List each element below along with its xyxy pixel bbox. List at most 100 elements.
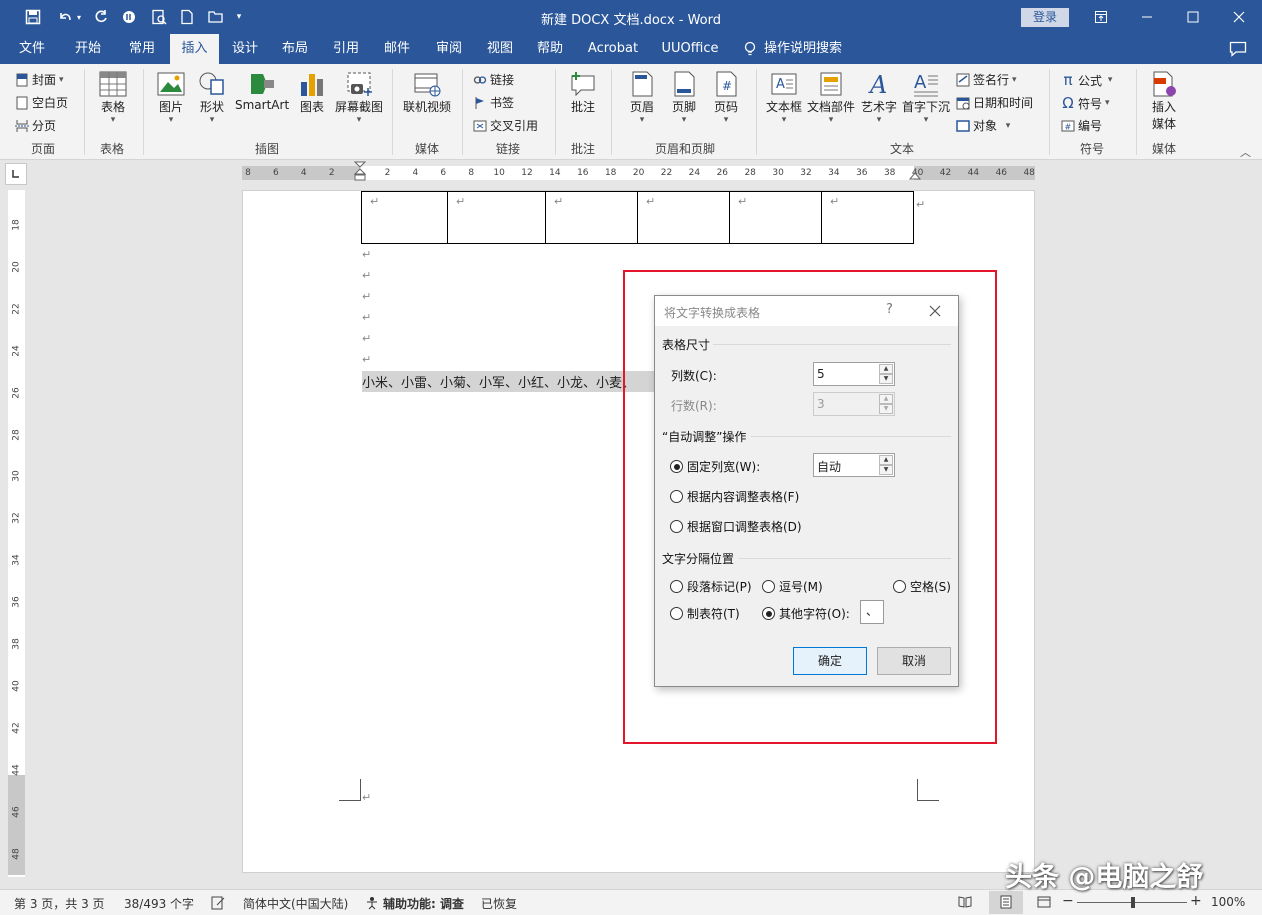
close-icon[interactable] [928,304,942,318]
tell-me-search[interactable]: 操作说明搜索 [764,34,848,64]
tab-insert[interactable]: 插入 [170,34,219,64]
footer-button[interactable]: 页脚 ▾ [666,70,702,125]
sep-tab-label: 制表符(T) [687,607,740,621]
table-cell[interactable]: ↵ [447,191,546,244]
ruler-tick-label: 40 [11,680,22,692]
page-break-button[interactable]: 分页 [15,117,56,134]
fixed-width-stepper[interactable]: 自动 ▲ ▼ [813,453,895,477]
link-button[interactable]: 链接 [473,71,514,88]
collapse-ribbon-icon[interactable]: ︿ [1240,144,1251,160]
zoom-in-button[interactable]: + [1190,893,1202,909]
ok-button[interactable]: 确定 [793,647,867,675]
table-cell[interactable]: ↵ [637,191,730,244]
screenshot-button[interactable]: 屏幕截图 ▾ [333,70,385,125]
tab-design[interactable]: 设计 [222,34,268,64]
tab-uuoffice[interactable]: UUOffice [655,34,725,64]
zoom-slider-thumb[interactable] [1131,897,1135,908]
object-button[interactable]: 对象 ▾ [956,117,1010,134]
help-button[interactable]: ? [886,302,893,317]
web-layout-icon[interactable] [1037,895,1051,909]
rows-stepper: 3 ▲ ▼ [813,392,895,416]
textbox-button[interactable]: A 文本框 ▾ [764,70,804,125]
tab-layout[interactable]: 布局 [272,34,318,64]
table-cell[interactable]: ↵ [729,191,822,244]
document-table[interactable]: ↵ ↵ ↵ ↵ ↵ ↵ [361,191,914,244]
close-window-icon[interactable] [1216,0,1262,34]
table-cell[interactable]: ↵ [361,191,448,244]
date-time-button[interactable]: 日期和时间 [956,94,1033,111]
page-number-button[interactable]: # 页码 ▾ [708,70,744,125]
zoom-out-button[interactable]: − [1062,893,1074,909]
numbering-icon: # [1061,120,1075,131]
symbol-button[interactable]: Ω 符号 ▾ [1061,94,1109,112]
language-status[interactable]: 简体中文(中国大陆) [243,895,348,912]
cross-reference-button[interactable]: 交叉引用 [473,117,538,134]
table-button[interactable]: 表格 ▾ [95,70,131,125]
other-char-input[interactable]: 、 [860,600,884,624]
tab-acrobat[interactable]: Acrobat [583,34,643,64]
tab-review[interactable]: 审阅 [426,34,472,64]
proofing-icon[interactable] [211,896,225,910]
signature-line-button[interactable]: 签名行 ▾ [956,71,1017,88]
numbering-label: 编号 [1078,119,1103,133]
read-mode-icon[interactable] [958,895,972,909]
smartart-button[interactable]: SmartArt [235,70,289,112]
quick-parts-button[interactable]: 文档部件 ▾ [806,70,856,125]
online-video-button[interactable]: 联机视频 [401,70,453,115]
print-layout-button[interactable] [989,891,1023,914]
autofit-content-radio[interactable]: 根据内容调整表格(F) [670,488,799,505]
picture-button[interactable]: 图片 ▾ [153,70,189,125]
tab-help[interactable]: 帮助 [527,34,573,64]
indent-marker-icon[interactable] [354,161,366,185]
numbering-button[interactable]: # 编号 [1061,117,1102,134]
wordart-button[interactable]: A 艺术字 ▾ [859,70,899,125]
cancel-button[interactable]: 取消 [877,647,951,675]
selected-text[interactable]: 小米、小雷、小菊、小军、小红、小龙、小麦、 [362,371,656,392]
sep-paragraph-radio[interactable]: 段落标记(P) [670,578,752,595]
tab-common[interactable]: 常用 [118,34,166,64]
shapes-button[interactable]: 形状 ▾ [194,70,230,125]
minimize-icon[interactable] [1124,0,1170,34]
tab-selector[interactable] [5,163,27,185]
tab-mailings[interactable]: 邮件 [374,34,420,64]
word-count[interactable]: 38/493 个字 [124,895,194,912]
tab-file[interactable]: 文件 [8,34,56,64]
drop-cap-button[interactable]: A 首字下沉 ▾ [900,70,952,125]
spin-up-icon[interactable]: ▲ [879,455,893,465]
sep-tab-radio[interactable]: 制表符(T) [670,605,740,622]
tab-view[interactable]: 视图 [477,34,523,64]
bookmark-label: 书签 [490,96,515,110]
autofit-window-radio[interactable]: 根据窗口调整表格(D) [670,518,802,535]
new-comment-button[interactable]: 批注 [564,70,602,115]
sep-other-radio[interactable]: 其他字符(O): [762,605,850,622]
sep-comma-radio[interactable]: 逗号(M) [762,578,823,595]
login-button[interactable]: 登录 [1021,8,1069,27]
columns-stepper[interactable]: 5 ▲ ▼ [813,362,895,386]
equation-button[interactable]: π 公式 ▾ [1061,71,1112,89]
page-count[interactable]: 第 3 页，共 3 页 [14,895,105,912]
spin-up-icon[interactable]: ▲ [879,364,893,374]
vertical-ruler[interactable]: 18 20 22 24 26 28 30 32 34 36 38 40 42 44 46 48 [8,190,25,877]
header-button[interactable]: 页眉 ▾ [624,70,660,125]
maximize-icon[interactable] [1170,0,1216,34]
cover-page-button[interactable]: 封面 ▾ [15,71,64,88]
spin-down-icon[interactable]: ▼ [879,374,893,384]
accessibility-status[interactable]: 辅助功能: 调查 [383,895,464,912]
chart-button[interactable]: 图表 [294,70,330,115]
ribbon-separator [84,69,85,155]
zoom-level[interactable]: 100% [1211,895,1245,909]
comments-icon[interactable] [1229,41,1247,57]
bookmark-button[interactable]: 书签 [473,94,514,111]
right-indent-marker-icon[interactable] [909,170,921,180]
insert-media-button[interactable]: 插入 媒体 [1145,70,1183,132]
blank-page-button[interactable]: 空白页 [15,94,68,111]
tab-home[interactable]: 开始 [64,34,112,64]
sep-space-radio[interactable]: 空格(S) [893,578,951,595]
tab-references[interactable]: 引用 [323,34,369,64]
table-cell[interactable]: ↵ [545,191,638,244]
fixed-width-radio[interactable]: 固定列宽(W): [670,458,760,475]
spin-down-icon[interactable]: ▼ [879,465,893,475]
ribbon-display-options-icon[interactable] [1078,0,1124,34]
horizontal-ruler[interactable]: 8 6 4 2 2 4 6 8 10 12 14 16 18 20 22 24 26 28 30 32 34 36 38 40… [242,161,1035,181]
table-cell[interactable]: ↵ [821,191,914,244]
